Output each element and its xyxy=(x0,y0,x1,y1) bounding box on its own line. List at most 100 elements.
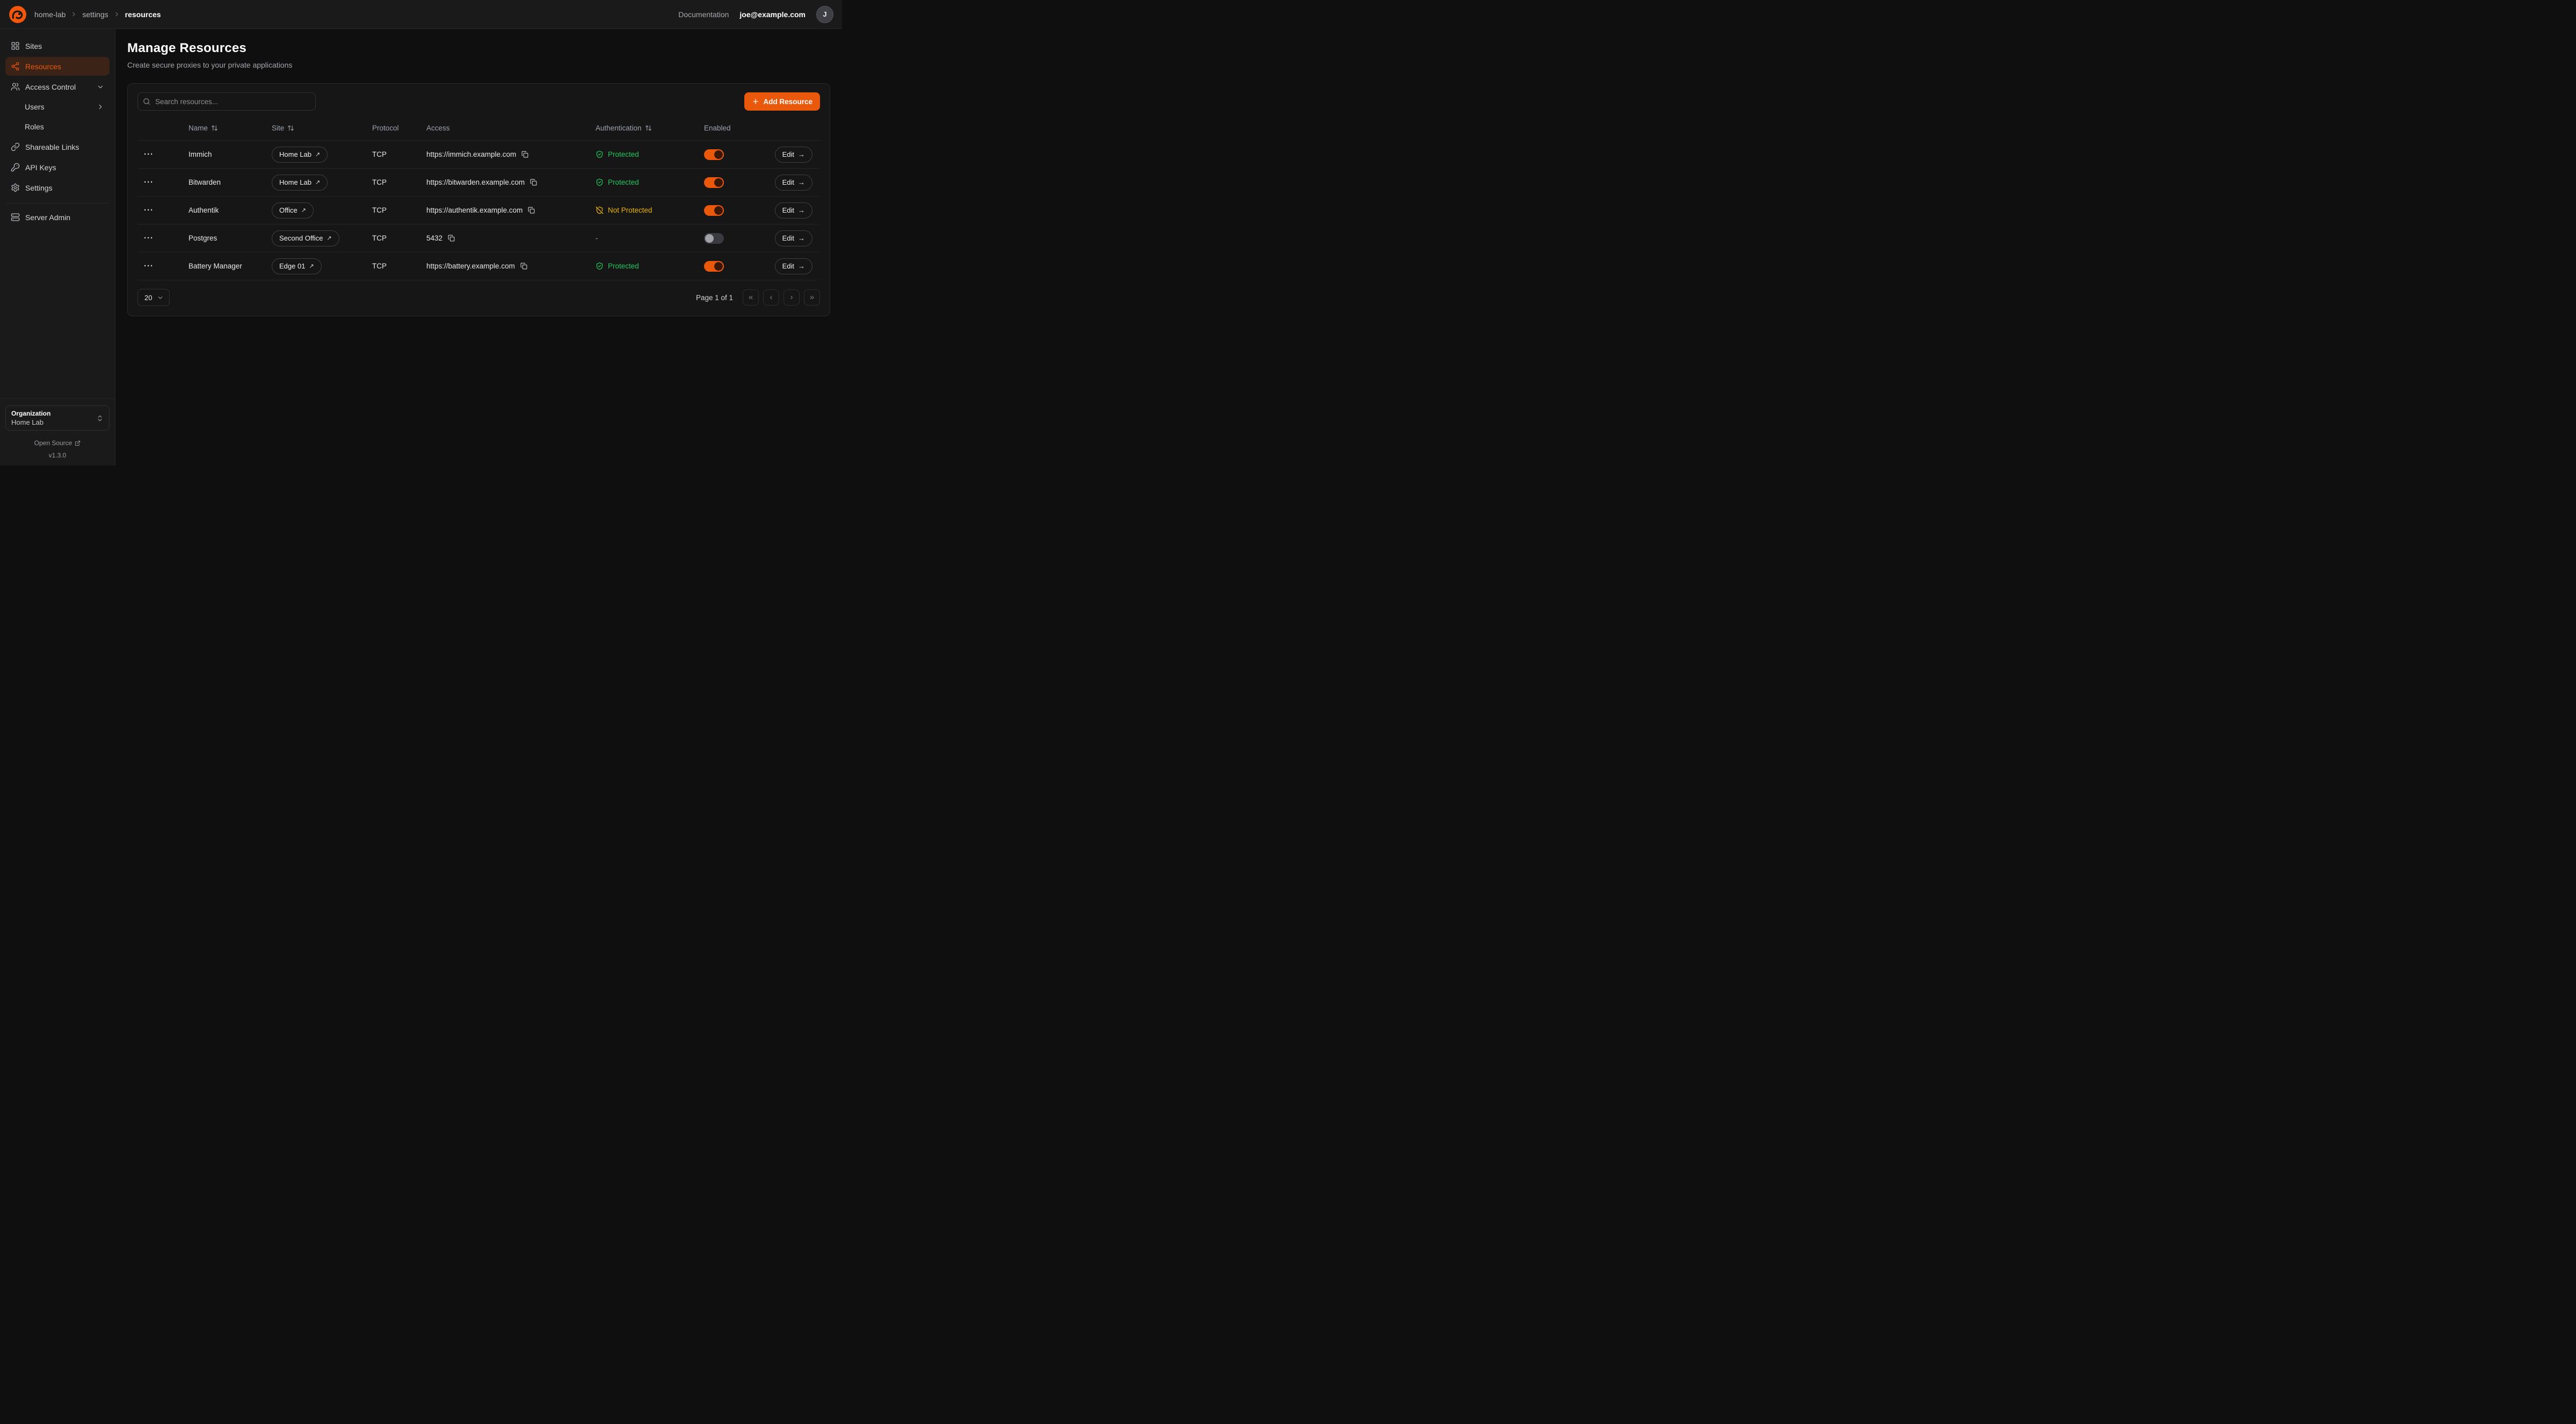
row-menu-button[interactable]: ··· xyxy=(144,206,154,215)
row-site-cell: Home Lab ↗ xyxy=(272,147,372,163)
site-link[interactable]: Office ↗ xyxy=(272,202,314,219)
first-page-button[interactable]: « xyxy=(743,289,759,306)
site-link[interactable]: Edge 01 ↗ xyxy=(272,258,322,274)
app-logo-icon[interactable] xyxy=(9,5,27,24)
sidebar-item-roles[interactable]: Roles xyxy=(5,118,110,136)
chevron-right-icon xyxy=(113,11,120,18)
resource-name: Authentik xyxy=(188,206,219,214)
avatar[interactable]: J xyxy=(816,6,833,23)
breadcrumb-resources[interactable]: resources xyxy=(125,10,161,19)
sidebar-item-label: Settings xyxy=(25,184,53,192)
copy-icon[interactable] xyxy=(530,179,537,186)
sidebar-item-settings[interactable]: Settings xyxy=(5,178,110,197)
resource-name: Postgres xyxy=(188,234,217,242)
last-page-button[interactable]: » xyxy=(804,289,820,306)
access-value: https://battery.example.com xyxy=(426,262,515,270)
sidebar-item-label: Roles xyxy=(25,122,44,131)
table-toolbar: Add Resource xyxy=(137,92,820,111)
copy-icon[interactable] xyxy=(521,151,528,158)
site-link[interactable]: Home Lab ↗ xyxy=(272,147,328,163)
shield-check-icon xyxy=(596,178,604,186)
organization-selector[interactable]: Organization Home Lab xyxy=(5,405,110,431)
auth-status-label: Protected xyxy=(608,262,639,270)
documentation-link[interactable]: Documentation xyxy=(678,10,729,19)
sidebar-bottom: Organization Home Lab Open Source v1.3.0 xyxy=(0,398,115,459)
breadcrumb-home-lab[interactable]: home-lab xyxy=(34,10,66,19)
sidebar-item-api-keys[interactable]: API Keys xyxy=(5,158,110,177)
table-row: ··· Postgres Second Office ↗ TCP 5432 xyxy=(137,224,820,252)
enabled-toggle[interactable] xyxy=(704,233,724,244)
enabled-toggle[interactable] xyxy=(704,149,724,160)
edit-button[interactable]: Edit → xyxy=(775,258,812,274)
access-value: https://bitwarden.example.com xyxy=(426,178,525,186)
edit-button[interactable]: Edit → xyxy=(775,147,812,163)
row-menu-button[interactable]: ··· xyxy=(144,261,154,271)
copy-icon[interactable] xyxy=(448,235,455,242)
edit-button[interactable]: Edit → xyxy=(775,202,812,219)
external-arrow-icon: ↗ xyxy=(315,179,320,186)
toggle-knob xyxy=(714,262,723,271)
shield-off-icon xyxy=(596,206,604,214)
resources-share-icon xyxy=(11,62,20,71)
external-arrow-icon: ↗ xyxy=(301,207,306,214)
table-header: Name Site Protocol xyxy=(137,116,820,141)
enabled-toggle[interactable] xyxy=(704,205,724,216)
column-header-protocol: Protocol xyxy=(372,124,426,132)
auth-status-label: Protected xyxy=(608,178,639,186)
copy-icon[interactable] xyxy=(520,263,527,270)
enabled-toggle[interactable] xyxy=(704,261,724,272)
auth-status: Protected xyxy=(596,178,639,186)
external-arrow-icon: ↗ xyxy=(326,235,331,242)
row-access-cell: https://bitwarden.example.com xyxy=(426,178,596,186)
edit-button[interactable]: Edit → xyxy=(775,230,812,246)
sidebar-item-sites[interactable]: Sites xyxy=(5,37,110,55)
sort-icon[interactable] xyxy=(211,125,218,132)
sidebar-item-server-admin[interactable]: Server Admin xyxy=(5,208,110,227)
protocol-value: TCP xyxy=(372,150,387,158)
row-actions-cell: ··· xyxy=(137,261,188,271)
enabled-toggle[interactable] xyxy=(704,177,724,188)
sidebar-item-resources[interactable]: Resources xyxy=(5,57,110,76)
sidebar-item-shareable-links[interactable]: Shareable Links xyxy=(5,137,110,156)
add-resource-button[interactable]: Add Resource xyxy=(744,92,820,111)
site-link-label: Office xyxy=(279,206,297,214)
row-access-cell: https://battery.example.com xyxy=(426,262,596,270)
chevron-right-icon xyxy=(97,103,104,111)
link-icon xyxy=(11,142,20,151)
main-content: Manage Resources Create secure proxies t… xyxy=(115,29,842,466)
row-menu-button[interactable]: ··· xyxy=(144,234,154,243)
row-protocol-cell: TCP xyxy=(372,178,426,186)
site-link[interactable]: Second Office ↗ xyxy=(272,230,339,246)
sidebar-item-users[interactable]: Users xyxy=(5,98,110,116)
previous-page-button[interactable]: ‹ xyxy=(763,289,779,306)
protocol-value: TCP xyxy=(372,178,387,186)
open-source-link[interactable]: Open Source xyxy=(5,439,110,447)
site-link[interactable]: Home Lab ↗ xyxy=(272,175,328,191)
site-link-label: Edge 01 xyxy=(279,262,305,270)
protocol-value: TCP xyxy=(372,262,387,270)
sites-grid-icon xyxy=(11,41,20,50)
sidebar-item-label: Users xyxy=(25,103,45,111)
page-size-select[interactable]: 20 xyxy=(137,289,170,306)
sidebar-item-label: Shareable Links xyxy=(25,143,79,151)
edit-button[interactable]: Edit → xyxy=(775,175,812,191)
access-value: https://immich.example.com xyxy=(426,150,516,158)
edit-button-label: Edit xyxy=(782,178,794,186)
sidebar-item-access-control[interactable]: Access Control xyxy=(5,77,110,96)
search-input[interactable] xyxy=(137,92,316,111)
sort-icon[interactable] xyxy=(645,125,652,132)
row-enabled-cell xyxy=(704,205,771,216)
sort-icon[interactable] xyxy=(287,125,294,132)
row-menu-button[interactable]: ··· xyxy=(144,178,154,187)
page-indicator: Page 1 of 1 xyxy=(696,294,733,302)
copy-icon[interactable] xyxy=(528,207,535,214)
edit-button-label: Edit xyxy=(782,206,794,214)
next-page-button[interactable]: › xyxy=(783,289,800,306)
chevrons-up-down-icon xyxy=(96,415,104,422)
access-value: https://authentik.example.com xyxy=(426,206,523,214)
row-menu-button[interactable]: ··· xyxy=(144,150,154,159)
auth-status: Protected xyxy=(596,262,639,270)
chevron-down-icon xyxy=(97,83,104,91)
breadcrumb-settings[interactable]: settings xyxy=(82,10,108,19)
row-auth-cell: Protected xyxy=(596,262,704,270)
